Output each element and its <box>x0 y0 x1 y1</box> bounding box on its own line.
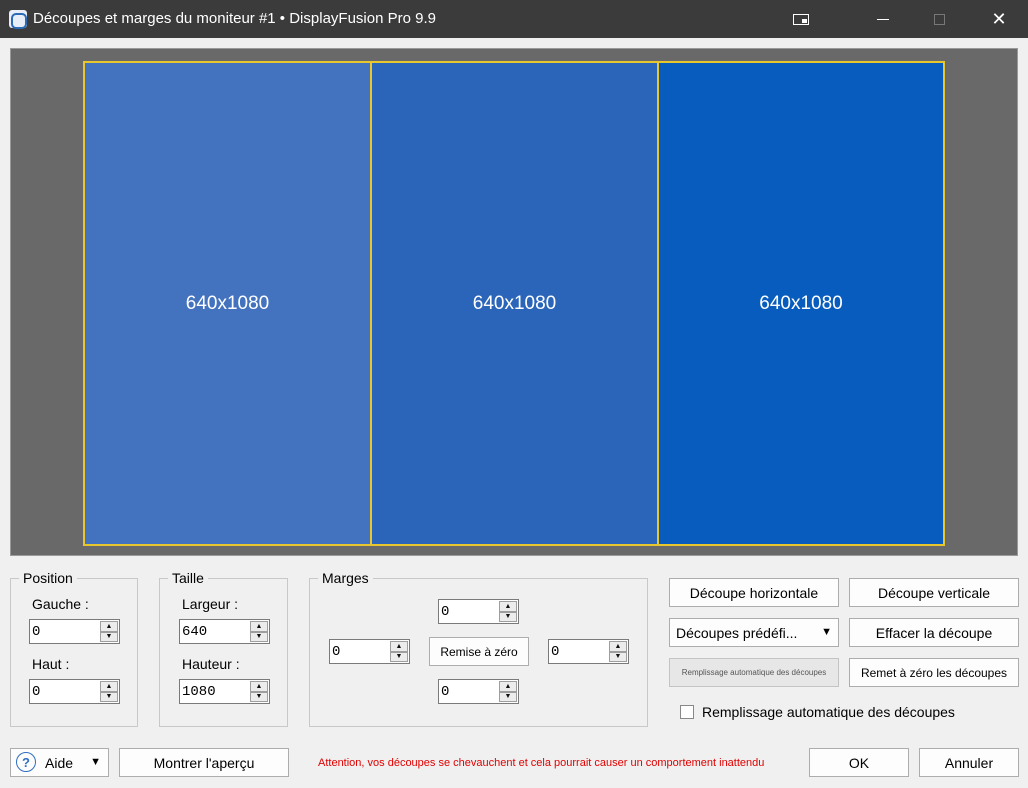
split-region-2[interactable]: 640x1080 <box>370 61 659 546</box>
split-preview-area[interactable]: 640x1080 640x1080 640x1080 <box>10 48 1018 556</box>
margin-top-spin-buttons: ▲ ▼ <box>499 601 517 622</box>
margin-top-input[interactable] <box>441 603 497 621</box>
left-input[interactable] <box>32 623 98 641</box>
margins-legend: Marges <box>318 570 373 586</box>
size-legend: Taille <box>168 570 208 586</box>
close-icon: ✕ <box>991 9 1007 29</box>
spin-up-icon[interactable]: ▲ <box>499 601 517 612</box>
spin-down-icon[interactable]: ▼ <box>499 611 517 622</box>
margin-bottom-input[interactable] <box>441 683 497 701</box>
size-group: Taille Largeur : ▲ ▼ Hauteur : ▲ ▼ <box>159 570 288 727</box>
chevron-down-icon: ▼ <box>821 626 832 638</box>
preset-splits-dropdown[interactable]: Découpes prédéfi... ▼ <box>669 618 839 647</box>
reset-margins-button[interactable]: Remise à zéro <box>429 637 529 666</box>
spin-down-icon[interactable]: ▼ <box>250 691 268 702</box>
help-label: Aide <box>45 755 74 771</box>
width-input[interactable] <box>182 623 248 641</box>
spin-down-icon[interactable]: ▼ <box>390 651 408 662</box>
height-input[interactable] <box>182 683 248 701</box>
auto-fill-checkbox[interactable] <box>680 705 694 719</box>
overlap-warning-text: Attention, vos découpes se chevauchent e… <box>318 757 765 769</box>
position-group: Position Gauche : ▲ ▼ Haut : ▲ ▼ <box>10 570 138 727</box>
height-spinbox[interactable]: ▲ ▼ <box>179 679 270 704</box>
spin-down-icon[interactable]: ▼ <box>100 691 118 702</box>
minimize-icon <box>877 18 889 20</box>
top-spin-buttons: ▲ ▼ <box>100 681 118 702</box>
show-preview-button[interactable]: Montrer l'aperçu <box>119 748 289 777</box>
height-spin-buttons: ▲ ▼ <box>250 681 268 702</box>
width-label: Largeur : <box>182 596 239 612</box>
spin-up-icon[interactable]: ▲ <box>100 681 118 692</box>
close-button[interactable]: ✕ <box>976 0 1022 38</box>
help-button[interactable]: ? Aide ▼ <box>10 748 109 777</box>
spin-down-icon[interactable]: ▼ <box>609 651 627 662</box>
spin-up-icon[interactable]: ▲ <box>250 621 268 632</box>
horizontal-split-button[interactable]: Découpe horizontale <box>669 578 839 607</box>
spin-up-icon[interactable]: ▲ <box>499 681 517 692</box>
position-legend: Position <box>19 570 77 586</box>
margin-right-spin-buttons: ▲ ▼ <box>609 641 627 662</box>
top-input[interactable] <box>32 683 98 701</box>
displayfusion-app-icon <box>9 10 27 29</box>
snap-window-button[interactable] <box>778 0 824 38</box>
width-spin-buttons: ▲ ▼ <box>250 621 268 642</box>
auto-fill-checkbox-label[interactable]: Remplissage automatique des découpes <box>702 704 955 720</box>
spin-up-icon[interactable]: ▲ <box>390 641 408 652</box>
width-spinbox[interactable]: ▲ ▼ <box>179 619 270 644</box>
margin-left-spinbox[interactable]: ▲ ▼ <box>329 639 410 664</box>
height-label: Hauteur : <box>182 656 240 672</box>
split-region-1[interactable]: 640x1080 <box>83 61 372 546</box>
help-icon: ? <box>16 752 36 772</box>
split-region-label: 640x1080 <box>185 292 270 314</box>
margin-right-spinbox[interactable]: ▲ ▼ <box>548 639 629 664</box>
margin-left-input[interactable] <box>332 643 388 661</box>
spin-up-icon[interactable]: ▲ <box>250 681 268 692</box>
top-label: Haut : <box>32 656 70 672</box>
ok-button[interactable]: OK <box>809 748 909 777</box>
split-region-label: 640x1080 <box>472 292 557 314</box>
left-label: Gauche : <box>32 596 89 612</box>
margin-left-spin-buttons: ▲ ▼ <box>390 641 408 662</box>
spin-down-icon[interactable]: ▼ <box>250 631 268 642</box>
spin-up-icon[interactable]: ▲ <box>100 621 118 632</box>
margin-top-spinbox[interactable]: ▲ ▼ <box>438 599 519 624</box>
maximize-icon <box>933 13 945 25</box>
split-region-label: 640x1080 <box>759 292 843 314</box>
spin-down-icon[interactable]: ▼ <box>100 631 118 642</box>
snap-window-icon <box>793 13 809 25</box>
window-title: Découpes et marges du moniteur #1 • Disp… <box>33 10 436 27</box>
spin-up-icon[interactable]: ▲ <box>609 641 627 652</box>
title-bar: Découpes et marges du moniteur #1 • Disp… <box>0 0 1028 38</box>
preset-splits-label: Découpes prédéfi... <box>676 624 798 641</box>
maximize-button[interactable] <box>916 0 962 38</box>
clear-split-button[interactable]: Effacer la découpe <box>849 618 1019 647</box>
margin-bottom-spinbox[interactable]: ▲ ▼ <box>438 679 519 704</box>
top-spinbox[interactable]: ▲ ▼ <box>29 679 120 704</box>
left-spin-buttons: ▲ ▼ <box>100 621 118 642</box>
split-region-3[interactable]: 640x1080 <box>657 61 945 546</box>
spin-down-icon[interactable]: ▼ <box>499 691 517 702</box>
margin-bottom-spin-buttons: ▲ ▼ <box>499 681 517 702</box>
margin-right-input[interactable] <box>551 643 607 661</box>
minimize-button[interactable] <box>860 0 906 38</box>
vertical-split-button[interactable]: Découpe verticale <box>849 578 1019 607</box>
reset-splits-button[interactable]: Remet à zéro les découpes <box>849 658 1019 687</box>
cancel-button[interactable]: Annuler <box>919 748 1019 777</box>
chevron-down-icon: ▼ <box>90 756 101 768</box>
left-spinbox[interactable]: ▲ ▼ <box>29 619 120 644</box>
auto-fill-splits-button[interactable]: Remplissage automatique des découpes <box>669 658 839 687</box>
margins-group: Marges ▲ ▼ ▲ ▼ Remise à zéro ▲ ▼ ▲ ▼ <box>309 570 648 727</box>
